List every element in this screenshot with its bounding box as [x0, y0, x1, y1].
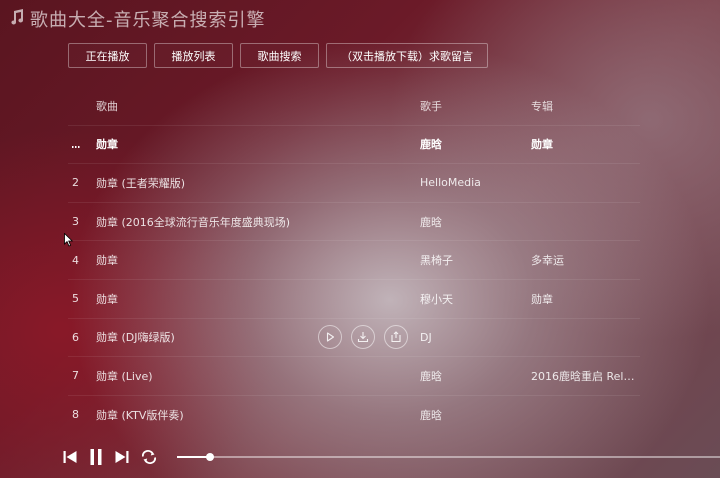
song-album[interactable]: 2016鹿晗重启 Reload...	[531, 368, 640, 384]
song-artist[interactable]: 鹿晗	[420, 214, 531, 230]
play-icon[interactable]	[318, 324, 342, 349]
song-album[interactable]: 多幸运	[531, 252, 640, 268]
row-number: 5	[72, 292, 79, 306]
table-row[interactable]: 3 勋章 (2016全球流行音乐年度盛典现场) 鹿晗	[68, 203, 640, 242]
previous-icon[interactable]	[62, 449, 78, 465]
player-bar	[62, 446, 720, 468]
progress-knob[interactable]	[205, 453, 214, 461]
song-title: 勋章 (KTV版伴奏)	[96, 408, 184, 422]
pause-icon[interactable]	[88, 448, 104, 466]
song-title: 勋章 (2016全球流行音乐年度盛典现场)	[96, 215, 291, 229]
song-title: 勋章	[96, 254, 118, 268]
row-number: 7	[72, 369, 79, 383]
table-row[interactable]: 5 勋章 穆小天 勋章	[68, 280, 640, 319]
song-title: 勋章 (王者荣耀版)	[96, 176, 186, 190]
download-icon[interactable]	[351, 324, 375, 349]
table-row[interactable]: 8 勋章 (KTV版伴奏) 鹿晗	[68, 396, 640, 434]
song-title: 勋章	[96, 138, 118, 152]
table-row[interactable]: 4 勋章 黑椅子 多幸运	[68, 241, 640, 280]
now-playing-indicator-icon	[68, 138, 96, 151]
song-artist[interactable]: 黑椅子	[420, 252, 531, 268]
row-number: 8	[72, 408, 79, 422]
progress-bar[interactable]	[177, 453, 720, 461]
table-row[interactable]: 勋章 鹿晗 勋章	[68, 126, 640, 165]
next-icon[interactable]	[114, 449, 130, 465]
tab-request-message[interactable]: （双击播放下载）求歌留言	[326, 43, 488, 68]
header-artist: 歌手	[420, 99, 442, 113]
song-artist[interactable]: DJ	[420, 331, 531, 344]
song-artist[interactable]: 鹿晗	[420, 136, 531, 152]
app-title: 歌曲大全-音乐聚合搜索引擎	[10, 8, 266, 31]
progress-fill	[177, 456, 210, 458]
header-song: 歌曲	[96, 99, 118, 113]
table-row[interactable]: 2 勋章 (王者荣耀版) HelloMedia	[68, 164, 640, 203]
song-title: 勋章	[96, 292, 118, 306]
app-title-text: 歌曲大全-音乐聚合搜索引擎	[30, 10, 266, 31]
song-artist[interactable]: 鹿晗	[420, 407, 531, 423]
song-album[interactable]: 勋章	[531, 291, 640, 307]
row-number: 6	[72, 330, 79, 344]
song-artist[interactable]: 穆小天	[420, 291, 531, 307]
tab-playlist[interactable]: 播放列表	[154, 43, 233, 68]
header-album: 专辑	[531, 99, 553, 113]
song-title: 勋章 (Live)	[96, 369, 153, 383]
tab-now-playing[interactable]: 正在播放	[68, 43, 147, 68]
table-row[interactable]: 6 勋章 (DJ嗨绿版) DJ	[68, 319, 640, 358]
song-album[interactable]: 勋章	[531, 136, 640, 152]
song-artist[interactable]: HelloMedia	[420, 176, 531, 189]
share-icon[interactable]	[384, 324, 408, 349]
table-header: 歌曲 歌手 专辑	[68, 87, 640, 126]
row-number: 2	[72, 176, 79, 190]
song-list: 歌曲 歌手 专辑 勋章 鹿晗 勋章 2 勋章 (王者荣耀版) HelloMedi…	[68, 87, 640, 433]
repeat-icon[interactable]	[140, 449, 158, 465]
tab-song-search[interactable]: 歌曲搜索	[240, 43, 319, 68]
row-number: 3	[72, 215, 79, 229]
music-note-icon	[10, 8, 24, 30]
tab-bar: 正在播放 播放列表 歌曲搜索 （双击播放下载）求歌留言	[68, 43, 488, 68]
song-artist[interactable]: 鹿晗	[420, 368, 531, 384]
table-row[interactable]: 7 勋章 (Live) 鹿晗 2016鹿晗重启 Reload...	[68, 357, 640, 396]
row-actions	[318, 324, 408, 349]
mouse-cursor-icon	[64, 232, 74, 251]
row-number: 4	[72, 253, 79, 267]
